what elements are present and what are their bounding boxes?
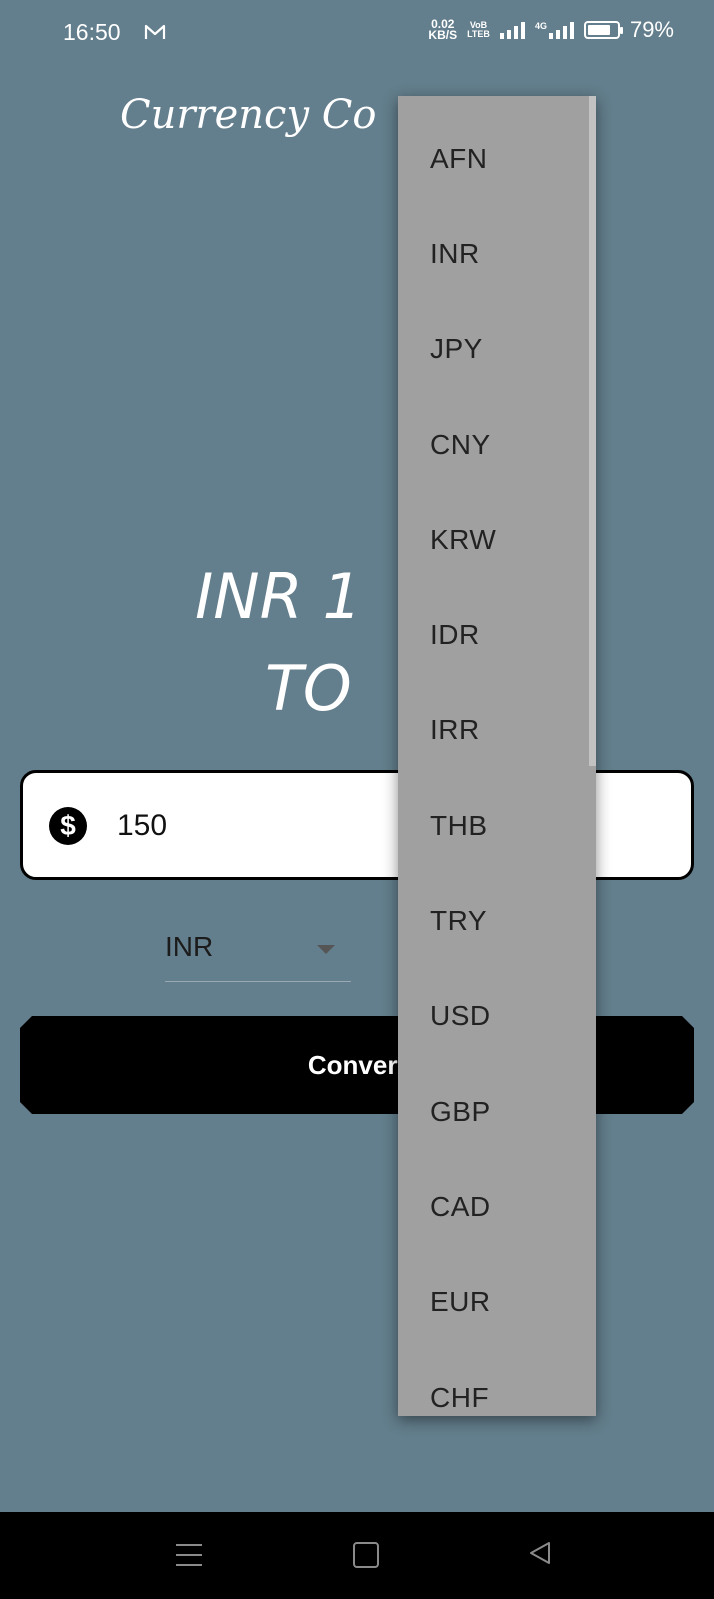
currency-option-inr[interactable]: INR <box>398 206 596 301</box>
status-bar: 16:50 0.02 KB/S VoB LTEB 4G 79% <box>0 0 714 66</box>
menu-icon[interactable] <box>176 1544 202 1574</box>
currency-option-afn[interactable]: AFN <box>398 111 596 206</box>
currency-option-cny[interactable]: CNY <box>398 397 596 492</box>
net-speed-unit: KB/S <box>428 28 458 42</box>
currency-option-idr[interactable]: IDR <box>398 587 596 682</box>
status-time: 16:50 <box>63 19 121 45</box>
from-currency-select[interactable]: INR <box>165 925 351 982</box>
currency-option-eur[interactable]: EUR <box>398 1255 596 1350</box>
currency-option-gbp[interactable]: GBP <box>398 1064 596 1159</box>
currency-option-irr[interactable]: IRR <box>398 683 596 778</box>
net-speed: 0.02 KB/S <box>428 18 458 42</box>
currency-dropdown-menu[interactable]: AFN INR JPY CNY KRW IDR IRR THB TRY USD GBP CAD EUR C… <box>398 96 596 1416</box>
currency-option-krw[interactable]: KRW <box>398 492 596 587</box>
battery-icon <box>583 21 623 39</box>
currency-option-chf[interactable]: CHF <box>398 1350 596 1416</box>
from-currency-value: INR <box>165 931 214 962</box>
signal-icon-2: 4G <box>535 21 574 39</box>
signal-4g-label: 4G <box>534 21 547 31</box>
currency-option-list: AFN INR JPY CNY KRW IDR IRR THB TRY USD GBP CAD EUR C… <box>398 111 596 1416</box>
home-icon[interactable] <box>353 1542 379 1568</box>
app-title: Currency Co <box>120 92 377 138</box>
gmail-icon <box>144 21 166 47</box>
dropdown-scrollbar[interactable] <box>589 96 596 766</box>
volte-bottom: LTEB <box>467 29 490 39</box>
result-line-2: TO <box>265 652 352 725</box>
currency-option-try[interactable]: TRY <box>398 873 596 968</box>
result-line-1: INR 1 <box>195 560 362 633</box>
battery-percent: 79% <box>629 17 674 42</box>
amount-input[interactable] <box>115 803 379 849</box>
dropdown-caret-icon <box>317 945 335 954</box>
status-right: 0.02 KB/S VoB LTEB 4G 79% <box>428 17 674 43</box>
currency-option-thb[interactable]: THB <box>398 778 596 873</box>
currency-option-jpy[interactable]: JPY <box>398 302 596 397</box>
currency-option-cad[interactable]: CAD <box>398 1159 596 1254</box>
signal-icon-1 <box>499 21 525 39</box>
currency-option-usd[interactable]: USD <box>398 969 596 1064</box>
navigation-bar <box>0 1512 714 1599</box>
battery-fill <box>587 25 611 35</box>
volte-icon: VoB LTEB <box>467 21 490 39</box>
back-icon[interactable] <box>527 1540 553 1571</box>
dollar-circle-icon: $ <box>49 807 87 845</box>
